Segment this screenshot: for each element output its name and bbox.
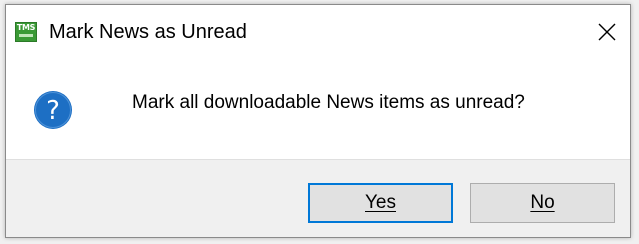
question-icon: ? — [34, 91, 72, 129]
title-bar[interactable]: TMS Mark News as Unread — [6, 5, 630, 59]
close-icon — [598, 23, 616, 41]
dialog-content: ? Mark all downloadable News items as un… — [6, 59, 630, 159]
message-dialog: TMS Mark News as Unread ? Mark all downl… — [5, 4, 631, 238]
dialog-message: Mark all downloadable News items as unre… — [132, 92, 525, 113]
no-button-label: No — [530, 192, 555, 213]
app-icon: TMS — [15, 22, 37, 42]
no-button[interactable]: No — [470, 183, 615, 223]
yes-button[interactable]: Yes — [308, 183, 453, 223]
close-button[interactable] — [584, 5, 630, 59]
dialog-title: Mark News as Unread — [49, 21, 247, 43]
svg-text:?: ? — [46, 96, 60, 126]
app-icon-text: TMS — [16, 23, 36, 32]
button-bar: Yes No — [6, 159, 630, 237]
yes-button-label: Yes — [365, 192, 396, 213]
